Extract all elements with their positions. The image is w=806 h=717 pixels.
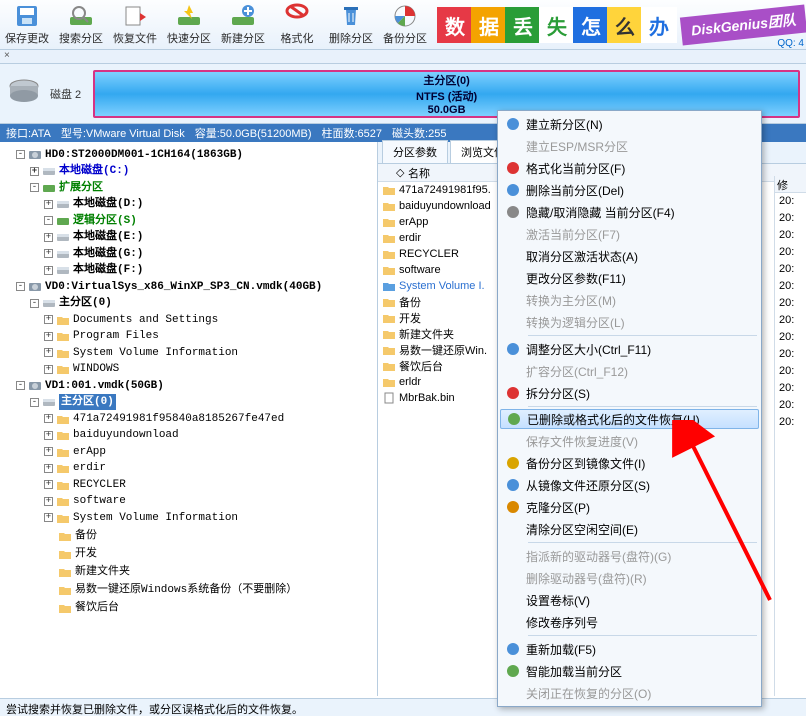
tree-node[interactable]: +本地磁盘(E:) [44,229,143,245]
menu-item: 建立ESP/MSR分区 [500,135,759,157]
tree-node[interactable]: +baiduyundownload [44,427,179,443]
right-date-column: 修 20:20:20:20:20:20:20:20:20:20:20:20:20… [774,176,806,696]
format-button[interactable]: 格式化 [270,0,324,49]
recover-file-button[interactable]: 恢复文件 [108,0,162,49]
menu-icon [500,204,526,220]
tree-node[interactable]: 备份 [44,528,97,544]
new-partition-button[interactable]: 新建分区 [216,0,270,49]
banner-tile: 丢 [505,7,541,43]
menu-item[interactable]: 智能加载当前分区 [500,660,759,682]
menu-item: 扩容分区(Ctrl_F12) [500,360,759,382]
tree-node[interactable]: +本地磁盘(C:) [30,163,129,179]
tree-node[interactable]: +WINDOWS [44,361,119,377]
menu-item[interactable]: 从镜像文件还原分区(S) [500,474,759,496]
menu-item[interactable]: 更改分区参数(F11) [500,267,759,289]
banner-tile: 办 [641,7,677,43]
tree-node[interactable]: 新建文件夹 [44,564,130,580]
menu-icon [500,160,526,176]
tree-node[interactable]: 餐饮后台 [44,600,119,616]
tree-node[interactable]: +System Volume Information [44,510,238,526]
tree-node[interactable]: -VD1:001.vmdk(50GB) [16,378,164,394]
main-toolbar: 保存更改 搜索分区 恢复文件 快速分区 新建分区 格式化 删除分区 备份分区 数… [0,0,806,50]
backup-partition-button[interactable]: 备份分区 [378,0,432,49]
tree-node[interactable]: +System Volume Information [44,345,238,361]
save-button[interactable]: 保存更改 [0,0,54,49]
tree-node[interactable]: +Documents and Settings [44,312,218,328]
tree-node[interactable]: +software [44,493,126,509]
tree-node[interactable]: 易数一键还原Windows系统备份（不要删除） [44,582,297,598]
menu-item: 转换为主分区(M) [500,289,759,311]
tree-node[interactable]: +Program Files [44,328,159,344]
tree-node[interactable]: -主分区(0) [30,394,116,410]
menu-item: 激活当前分区(F7) [500,223,759,245]
tree-node[interactable]: +本地磁盘(F:) [44,262,143,278]
menu-item[interactable]: 清除分区空闲空间(E) [500,518,759,540]
tree-node[interactable]: 开发 [44,546,97,562]
disk-icon [6,74,50,113]
menu-icon [500,385,526,401]
tree-node[interactable]: +erdir [44,460,106,476]
delete-partition-button[interactable]: 删除分区 [324,0,378,49]
tab-params[interactable]: 分区参数 [382,140,448,163]
quick-partition-button[interactable]: 快速分区 [162,0,216,49]
tree-node[interactable]: +471a72491981f95840a8185267fe47ed [44,411,284,427]
menu-item[interactable]: 建立新分区(N) [500,113,759,135]
tree-node[interactable]: -主分区(0) [30,295,112,311]
tree-node[interactable]: -VD0:VirtualSys_x86_WinXP_SP3_CN.vmdk(40… [16,279,322,295]
tree-node[interactable]: +erApp [44,444,106,460]
menu-item: 指派新的驱动器号(盘符)(G) [500,545,759,567]
menu-item[interactable]: 克隆分区(P) [500,496,759,518]
menu-icon [500,663,526,679]
menu-icon [500,641,526,657]
tree-node[interactable]: -HD0:ST2000DM001-1CH164(1863GB) [16,147,243,163]
menu-item: 保存文件恢复进度(V) [500,430,759,452]
tree-node[interactable]: -逻辑分区(S) [44,213,137,229]
disk-label: 磁盘 2 [50,86,81,102]
partition-tree[interactable]: -HD0:ST2000DM001-1CH164(1863GB)+本地磁盘(C:)… [0,142,378,696]
menu-item: 转换为逻辑分区(L) [500,311,759,333]
menu-item[interactable]: 取消分区激活状态(A) [500,245,759,267]
menu-item[interactable]: 已删除或格式化后的文件恢复(U) [500,409,759,429]
brand-banner: 数据丢失怎么办 DiskGenius团队 QQ: 4 [439,0,806,50]
menu-item[interactable]: 格式化当前分区(F) [500,157,759,179]
menu-item[interactable]: 调整分区大小(Ctrl_F11) [500,338,759,360]
pane-close-bar[interactable]: × [0,50,806,64]
menu-item[interactable]: 备份分区到镜像文件(I) [500,452,759,474]
banner-tile: 据 [471,7,507,43]
menu-icon [501,411,527,427]
banner-tile: 么 [607,7,643,43]
menu-item[interactable]: 拆分分区(S) [500,382,759,404]
tree-node[interactable]: +本地磁盘(G:) [44,246,143,262]
banner-tile: 数 [437,7,473,43]
menu-item[interactable]: 删除当前分区(Del) [500,179,759,201]
menu-item[interactable]: 隐藏/取消隐藏 当前分区(F4) [500,201,759,223]
tree-node[interactable]: +RECYCLER [44,477,126,493]
tree-node[interactable]: +本地磁盘(D:) [44,196,143,212]
menu-item[interactable]: 重新加载(F5) [500,638,759,660]
partition-context-menu[interactable]: 建立新分区(N)建立ESP/MSR分区格式化当前分区(F)删除当前分区(Del)… [497,110,762,707]
menu-icon [500,182,526,198]
menu-icon [500,499,526,515]
menu-item: 删除驱动器号(盘符)(R) [500,567,759,589]
menu-item: 关闭正在恢复的分区(O) [500,682,759,704]
menu-icon [500,341,526,357]
menu-item[interactable]: 设置卷标(V) [500,589,759,611]
tree-node[interactable]: -扩展分区 [30,180,103,196]
search-partition-button[interactable]: 搜索分区 [54,0,108,49]
menu-icon [500,116,526,132]
menu-item[interactable]: 修改卷序列号 [500,611,759,633]
menu-icon [500,455,526,471]
banner-tile: 怎 [573,7,609,43]
banner-tile: 失 [539,7,575,43]
menu-icon [500,477,526,493]
